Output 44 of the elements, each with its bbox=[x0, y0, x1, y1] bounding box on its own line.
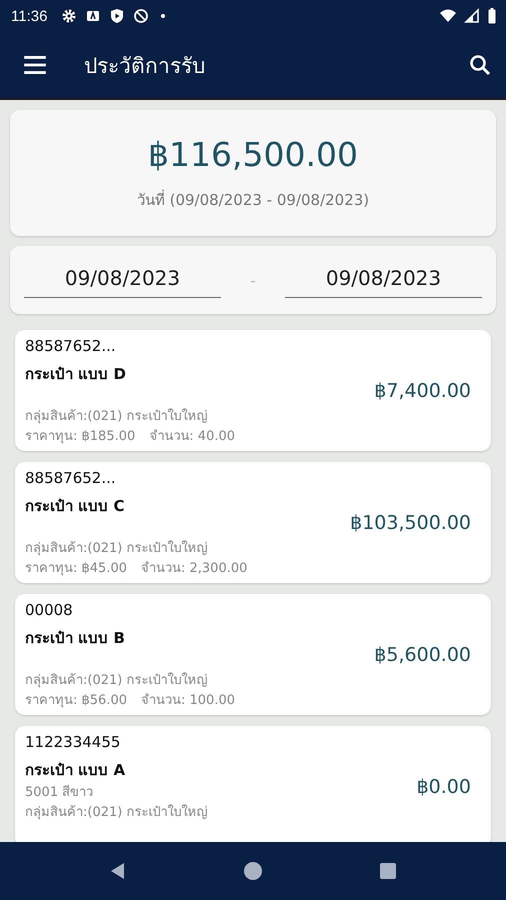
shield-play-icon bbox=[109, 8, 126, 24]
item-card[interactable]: 88587652... กระเป๋า แบบ C กลุ่มสินค้า:(021) กระเป๋าใบใหญ่ ราคาทุน: ฿45.00 จำนวน: 2,300.00 ฿103,500.00 bbox=[15, 462, 491, 583]
item-cost: ราคาทุน: ฿56.00 bbox=[25, 692, 127, 710]
item-group: กลุ่มสินค้า:(021) กระเป๋าใบใหญ่ bbox=[25, 539, 350, 559]
total-amount: ฿116,500.00 bbox=[148, 134, 358, 174]
end-date-field[interactable]: 09/08/2023 bbox=[285, 262, 482, 298]
item-cost: ราคาทุน: ฿185.00 bbox=[25, 428, 136, 446]
home-icon bbox=[242, 861, 263, 881]
date-range: วันที่ (09/08/2023 - 09/08/2023) bbox=[136, 188, 370, 210]
item-amount: ฿5,600.00 bbox=[374, 644, 471, 666]
item-quantity: จำนวน: 2,300.00 bbox=[141, 560, 248, 578]
gear-icon bbox=[61, 8, 78, 24]
item-amount: ฿103,500.00 bbox=[350, 512, 471, 534]
item-name: กระเป๋า แบบ C bbox=[25, 496, 126, 517]
start-date-field[interactable]: 09/08/2023 bbox=[24, 262, 221, 298]
date-separator: - bbox=[250, 270, 256, 290]
search-icon bbox=[468, 53, 492, 77]
item-code: 1122334455 bbox=[25, 732, 122, 753]
item-group: กลุ่มสินค้า:(021) กระเป๋าใบใหญ่ bbox=[25, 671, 374, 691]
item-variant: 5001 สีขาว bbox=[25, 784, 94, 802]
wifi-icon bbox=[440, 8, 456, 24]
item-quantity: จำนวน: 100.00 bbox=[141, 692, 235, 710]
battery-icon bbox=[488, 8, 496, 24]
item-quantity: จำนวน: 40.00 bbox=[149, 428, 236, 446]
item-group: กลุ่มสินค้า:(021) กระเป๋าใบใหญ่ bbox=[25, 803, 417, 823]
item-code: 00008 bbox=[25, 600, 74, 621]
item-name: กระเป๋า แบบ B bbox=[25, 628, 126, 649]
item-name: กระเป๋า แบบ A bbox=[25, 760, 126, 781]
item-card[interactable]: 88587652... กระเป๋า แบบ D กลุ่มสินค้า:(021) กระเป๋าใบใหญ่ ราคาทุน: ฿185.00 จำนวน: 40.00 ฿7,400.00 bbox=[15, 330, 491, 451]
app-notification-icon bbox=[85, 8, 102, 24]
item-code: 88587652... bbox=[25, 468, 117, 489]
signal-icon bbox=[464, 8, 480, 24]
item-amount: ฿0.00 bbox=[416, 776, 471, 798]
item-card[interactable]: 00008 กระเป๋า แบบ B กลุ่มสินค้า:(021) กระเป๋าใบใหญ่ ราคาทุน: ฿56.00 จำนวน: 100.00 ฿5,600.00 bbox=[15, 594, 491, 715]
item-group: กลุ่มสินค้า:(021) กระเป๋าใบใหญ่ bbox=[25, 407, 374, 427]
item-name: กระเป๋า แบบ D bbox=[25, 364, 127, 385]
recents-icon bbox=[378, 861, 398, 881]
screen-title: ประวัติการรับ bbox=[84, 52, 205, 80]
item-cost: ราคาทุน: ฿45.00 bbox=[25, 560, 127, 578]
item-amount: ฿7,400.00 bbox=[374, 380, 471, 402]
notification-dot-icon bbox=[161, 14, 166, 18]
item-card[interactable]: 1122334455 กระเป๋า แบบ A 5001 สีขาว กลุ่มสินค้า:(021) กระเป๋าใบใหญ่ ฿0.00 bbox=[15, 726, 491, 842]
item-code: 88587652... bbox=[25, 336, 117, 357]
status-time: 11:36 bbox=[11, 8, 48, 24]
